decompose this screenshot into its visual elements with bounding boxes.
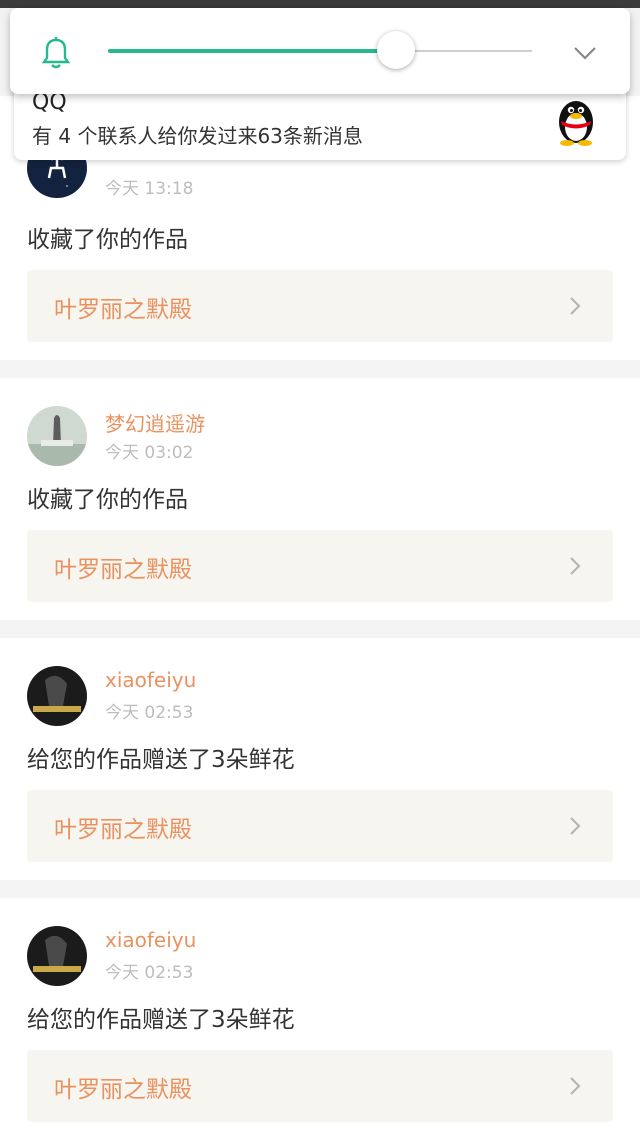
qq-penguin-icon	[559, 101, 593, 146]
work-title: 叶罗丽之默殿	[54, 297, 192, 323]
work-link[interactable]: 叶罗丽之默殿	[27, 1050, 613, 1122]
avatar[interactable]	[27, 926, 87, 986]
user-name[interactable]: xiaofeiyu	[105, 668, 196, 692]
divider	[0, 620, 640, 638]
avatar[interactable]	[27, 666, 87, 726]
activity-text: 收藏了你的作品	[27, 487, 188, 513]
work-title: 叶罗丽之默殿	[54, 817, 192, 843]
avatar[interactable]	[27, 406, 87, 466]
work-link[interactable]: 叶罗丽之默殿	[27, 530, 613, 602]
user-name[interactable]: 梦幻逍遥游	[105, 408, 205, 437]
user-name[interactable]: xiaofeiyu	[105, 928, 196, 952]
feed-item: 梦幻逍遥游 今天 03:02 收藏了你的作品 叶罗丽之默殿	[0, 378, 640, 602]
activity-text: 给您的作品赠送了3朵鲜花	[27, 747, 295, 773]
timestamp: 今天 03:02	[105, 443, 194, 463]
feed-item: xiaofeiyu 今天 02:53 给您的作品赠送了3朵鲜花 叶罗丽之默殿	[0, 638, 640, 862]
volume-fill	[108, 49, 397, 53]
bell-icon[interactable]	[40, 36, 72, 70]
timestamp: 今天 13:18	[105, 179, 194, 199]
divider	[0, 880, 640, 898]
chevron-right-icon	[570, 817, 581, 835]
notification-message: 有 4 个联系人给你发过来63条新消息	[32, 124, 363, 148]
volume-slider[interactable]	[108, 31, 532, 69]
divider	[0, 360, 640, 378]
volume-slider-thumb[interactable]	[377, 31, 416, 69]
volume-panel	[10, 8, 630, 94]
work-link[interactable]: 叶罗丽之默殿	[27, 270, 613, 342]
chevron-right-icon	[570, 557, 581, 575]
work-link[interactable]: 叶罗丽之默殿	[27, 790, 613, 862]
chevron-down-icon[interactable]	[572, 40, 598, 66]
activity-text: 给您的作品赠送了3朵鲜花	[27, 1007, 295, 1033]
work-title: 叶罗丽之默殿	[54, 557, 192, 583]
message-feed: cindy_082198288 今天 13:18 收藏了你的作品 叶罗丽之默殿 …	[0, 96, 640, 1140]
status-bar	[0, 0, 640, 8]
timestamp: 今天 02:53	[105, 703, 194, 723]
work-title: 叶罗丽之默殿	[54, 1077, 192, 1103]
chevron-right-icon	[570, 1077, 581, 1095]
chevron-right-icon	[570, 297, 581, 315]
timestamp: 今天 02:53	[105, 963, 194, 983]
feed-item: xiaofeiyu 今天 02:53 给您的作品赠送了3朵鲜花 叶罗丽之默殿	[0, 898, 640, 1122]
